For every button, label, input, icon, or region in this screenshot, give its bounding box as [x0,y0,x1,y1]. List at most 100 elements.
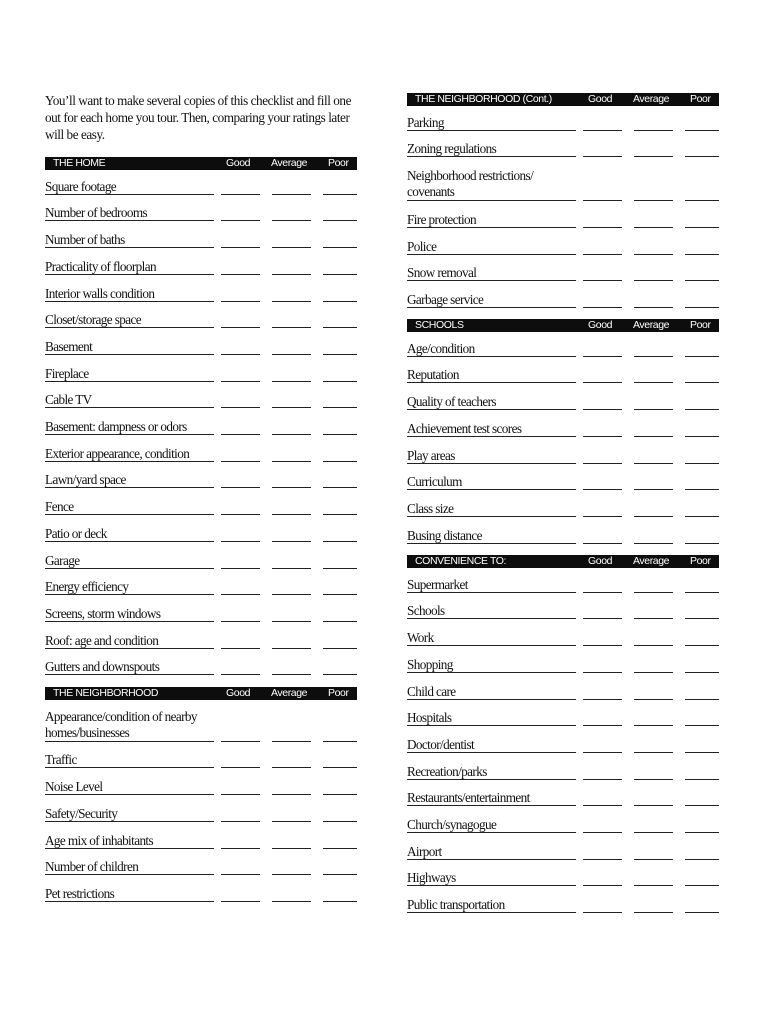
poor-rating-line[interactable] [685,355,719,357]
average-rating-line[interactable] [634,858,673,860]
poor-rating-line[interactable] [323,300,357,302]
average-rating-line[interactable] [634,751,673,753]
poor-rating-line[interactable] [685,885,719,887]
good-rating-line[interactable] [583,858,622,860]
poor-rating-line[interactable] [323,767,357,769]
notes-line[interactable] [407,435,576,437]
average-rating-line[interactable] [272,220,311,222]
good-rating-line[interactable] [583,778,622,780]
poor-rating-line[interactable] [323,193,357,195]
notes-line[interactable] [45,820,214,822]
average-rating-line[interactable] [634,805,673,807]
good-rating-line[interactable] [583,355,622,357]
good-rating-line[interactable] [583,435,622,437]
poor-rating-line[interactable] [323,540,357,542]
good-rating-line[interactable] [221,900,260,902]
notes-line[interactable] [45,620,214,622]
average-rating-line[interactable] [272,300,311,302]
average-rating-line[interactable] [272,514,311,516]
notes-line[interactable] [407,645,576,647]
good-rating-line[interactable] [583,671,622,673]
poor-rating-line[interactable] [685,858,719,860]
notes-line[interactable] [45,594,214,596]
average-rating-line[interactable] [634,409,673,411]
notes-line[interactable] [45,220,214,222]
average-rating-line[interactable] [272,540,311,542]
good-rating-line[interactable] [583,725,622,727]
average-rating-line[interactable] [634,435,673,437]
good-rating-line[interactable] [583,226,622,228]
poor-rating-line[interactable] [323,514,357,516]
poor-rating-line[interactable] [685,805,719,807]
notes-line[interactable] [407,462,576,464]
poor-rating-line[interactable] [323,847,357,849]
poor-rating-line[interactable] [685,591,719,593]
poor-rating-line[interactable] [323,740,357,742]
good-rating-line[interactable] [221,407,260,409]
average-rating-line[interactable] [272,847,311,849]
good-rating-line[interactable] [583,645,622,647]
poor-rating-line[interactable] [323,647,357,649]
notes-line[interactable] [45,874,214,876]
average-rating-line[interactable] [634,698,673,700]
notes-line[interactable] [45,794,214,796]
good-rating-line[interactable] [221,874,260,876]
average-rating-line[interactable] [272,327,311,329]
average-rating-line[interactable] [634,912,673,914]
average-rating-line[interactable] [272,247,311,249]
good-rating-line[interactable] [221,740,260,742]
poor-rating-line[interactable] [685,129,719,131]
notes-line[interactable] [407,858,576,860]
average-rating-line[interactable] [272,674,311,676]
notes-line[interactable] [407,253,576,255]
average-rating-line[interactable] [272,407,311,409]
average-rating-line[interactable] [272,353,311,355]
average-rating-line[interactable] [272,380,311,382]
poor-rating-line[interactable] [323,434,357,435]
average-rating-line[interactable] [272,273,311,275]
average-rating-line[interactable] [634,515,673,517]
good-rating-line[interactable] [221,300,260,302]
poor-rating-line[interactable] [323,247,357,249]
notes-line[interactable] [407,725,576,727]
average-rating-line[interactable] [634,253,673,255]
poor-rating-line[interactable] [685,698,719,700]
average-rating-line[interactable] [634,671,673,673]
average-rating-line[interactable] [272,193,311,195]
good-rating-line[interactable] [583,156,622,158]
notes-line[interactable] [407,409,576,411]
good-rating-line[interactable] [221,567,260,569]
notes-line[interactable] [45,674,214,676]
notes-line[interactable] [45,380,214,382]
good-rating-line[interactable] [583,805,622,807]
good-rating-line[interactable] [221,247,260,249]
good-rating-line[interactable] [221,460,260,462]
average-rating-line[interactable] [634,778,673,780]
good-rating-line[interactable] [583,698,622,700]
average-rating-line[interactable] [272,567,311,569]
good-rating-line[interactable] [583,129,622,131]
poor-rating-line[interactable] [685,645,719,647]
good-rating-line[interactable] [221,353,260,355]
notes-line[interactable] [45,460,214,462]
good-rating-line[interactable] [583,409,622,411]
notes-line[interactable] [45,900,214,902]
poor-rating-line[interactable] [323,327,357,329]
average-rating-line[interactable] [634,618,673,620]
notes-line[interactable] [45,407,214,409]
notes-line[interactable] [45,847,214,849]
poor-rating-line[interactable] [685,515,719,517]
poor-rating-line[interactable] [685,778,719,780]
poor-rating-line[interactable] [323,487,357,489]
notes-line[interactable] [407,618,576,620]
poor-rating-line[interactable] [323,674,357,676]
average-rating-line[interactable] [272,794,311,796]
good-rating-line[interactable] [583,462,622,464]
good-rating-line[interactable] [583,591,622,593]
notes-line[interactable] [407,355,576,357]
good-rating-line[interactable] [221,794,260,796]
average-rating-line[interactable] [634,832,673,833]
average-rating-line[interactable] [272,767,311,769]
poor-rating-line[interactable] [323,353,357,355]
poor-rating-line[interactable] [685,725,719,727]
